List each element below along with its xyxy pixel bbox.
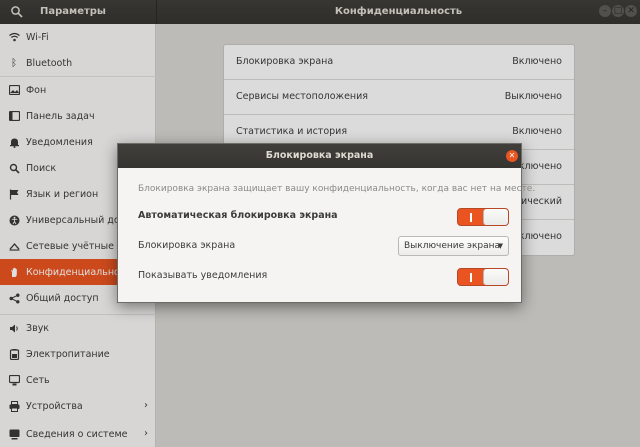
auto-lock-label: Автоматическая блокировка экрана (138, 210, 338, 221)
toggle-knob (483, 209, 508, 225)
lock-screen-label: Блокировка экрана (138, 240, 236, 251)
toggle-on-mark (470, 213, 472, 222)
lock-screen-select-value: Выключение экрана (404, 241, 501, 251)
dialog-header: Блокировка экрана ✕ (118, 144, 521, 168)
close-icon[interactable]: ✕ (506, 150, 518, 162)
dialog-description: Блокировка экрана защищает вашу конфиден… (138, 184, 536, 194)
show-notifications-label: Показывать уведомления (138, 270, 268, 281)
dialog-title: Блокировка экрана (265, 150, 374, 161)
screen-lock-dialog: Блокировка экрана ✕ Блокировка экрана за… (117, 143, 535, 303)
show-notifications-toggle[interactable] (457, 268, 509, 286)
toggle-on-mark (470, 273, 472, 282)
lock-screen-select[interactable]: Выключение экрана ▼ (398, 236, 509, 256)
toggle-knob (483, 269, 508, 285)
chevron-down-icon: ▼ (497, 242, 503, 250)
auto-lock-toggle[interactable] (457, 208, 509, 226)
